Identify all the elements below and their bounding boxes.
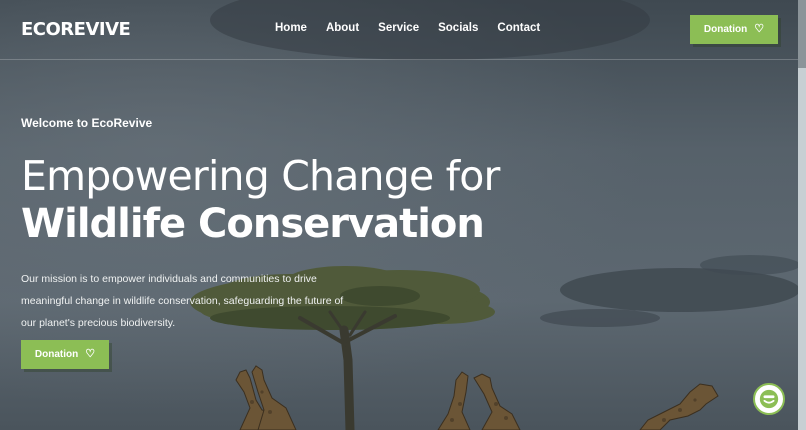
chat-widget-button[interactable] — [753, 383, 785, 415]
main-nav: Home About Service Socials Contact — [275, 22, 540, 34]
chat-icon — [759, 389, 779, 409]
nav-service[interactable]: Service — [378, 22, 419, 34]
heart-icon: ♡ — [85, 348, 96, 360]
site-header: ECOREVIVE Home About Service Socials Con… — [0, 0, 798, 60]
nav-about[interactable]: About — [326, 22, 359, 34]
nav-home[interactable]: Home — [275, 22, 307, 34]
hero-description: Our mission is to empower individuals an… — [21, 273, 344, 329]
hero-donation-button[interactable]: Donation ♡ — [21, 340, 109, 369]
page-scrollbar-thumb[interactable] — [798, 0, 806, 68]
site-logo[interactable]: ECOREVIVE — [21, 19, 131, 40]
hero-headline-line1: Empowering Change for — [21, 152, 500, 200]
nav-socials[interactable]: Socials — [438, 22, 478, 34]
donation-button-label: Donation — [34, 349, 79, 360]
hero-eyebrow: Welcome to EcoRevive — [21, 116, 153, 130]
nav-contact[interactable]: Contact — [497, 22, 540, 34]
hero-headline-line2: Wildlife Conservation — [21, 201, 485, 247]
